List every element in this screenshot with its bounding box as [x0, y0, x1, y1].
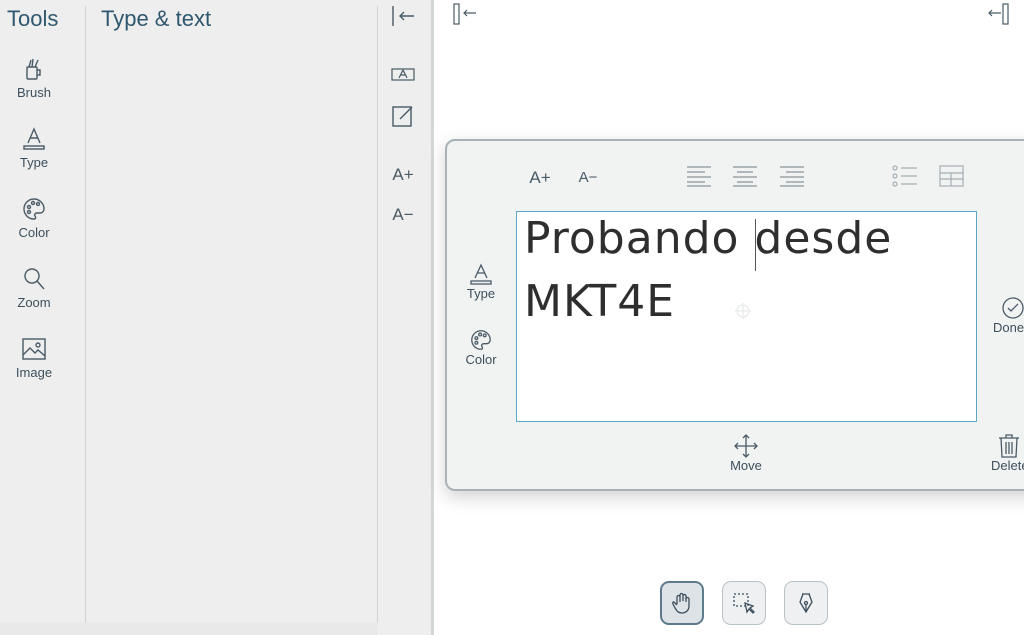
tool-image-label: Image — [15, 365, 53, 380]
hand-tool-button[interactable] — [660, 581, 704, 625]
text-line-2: MKT4E — [524, 276, 676, 327]
text-box-icon — [390, 62, 416, 86]
done-button[interactable]: Done — [993, 296, 1024, 335]
editor-increase-font-button[interactable]: A+ — [526, 166, 554, 188]
collapse-left-icon — [390, 4, 416, 28]
tool-type[interactable]: Type — [0, 126, 68, 170]
next-page-icon — [986, 3, 1016, 25]
select-tool-button[interactable] — [722, 581, 766, 625]
tools-title: Tools — [7, 6, 59, 31]
decrease-font-button[interactable]: A− — [388, 200, 418, 228]
tool-zoom-label: Zoom — [17, 295, 51, 310]
panel-footer — [0, 622, 378, 635]
align-right-icon — [779, 164, 805, 188]
edit-note-button[interactable] — [388, 102, 418, 130]
hand-icon — [671, 592, 693, 614]
text-box-tool-button[interactable] — [388, 60, 418, 88]
tool-zoom[interactable]: Zoom — [0, 266, 68, 310]
delete-label: Delete — [991, 458, 1024, 473]
panel-edge — [431, 0, 434, 635]
editor-color-button[interactable]: Color — [460, 328, 502, 367]
pen-tool-button[interactable] — [784, 581, 828, 625]
palette-icon — [469, 328, 493, 352]
table-button[interactable] — [939, 164, 965, 188]
previous-page-icon — [452, 3, 480, 25]
type-text-panel — [86, 0, 378, 622]
image-icon — [21, 336, 47, 362]
bullet-list-button[interactable] — [892, 164, 918, 188]
editor-type-button[interactable]: Type — [460, 262, 502, 301]
increase-font-label: A+ — [392, 164, 414, 184]
delete-button[interactable]: Delete — [990, 434, 1024, 473]
tool-brush[interactable]: Brush — [0, 56, 68, 100]
move-arrows-icon — [734, 434, 758, 458]
bullet-list-icon — [892, 164, 918, 188]
editor-color-label: Color — [465, 352, 497, 367]
move-button[interactable]: Move — [720, 434, 772, 473]
tool-type-label: Type — [19, 155, 49, 170]
editor-type-label: Type — [466, 286, 496, 301]
select-area-icon — [732, 592, 756, 614]
move-label: Move — [730, 458, 762, 473]
collapse-panel-button[interactable] — [388, 2, 418, 30]
trash-icon — [998, 434, 1020, 458]
previous-page-button[interactable] — [452, 3, 480, 25]
align-right-button[interactable] — [779, 164, 805, 188]
checkmark-circle-icon — [1001, 296, 1024, 320]
decrease-font-label: A− — [392, 204, 414, 224]
type-icon — [470, 262, 492, 286]
edit-note-icon — [390, 104, 416, 128]
magnifier-icon — [21, 266, 47, 292]
increase-font-button[interactable]: A+ — [388, 160, 418, 188]
align-center-icon — [732, 164, 758, 188]
pen-nib-icon — [795, 592, 817, 614]
tool-image[interactable]: Image — [0, 336, 68, 380]
type-panel-title: Type & text — [101, 6, 212, 31]
type-icon — [21, 126, 47, 152]
align-center-button[interactable] — [732, 164, 758, 188]
align-left-button[interactable] — [686, 164, 712, 188]
align-left-icon — [686, 164, 712, 188]
table-icon — [939, 164, 965, 188]
tool-color-label: Color — [18, 225, 50, 240]
text-line-1: Probando desde — [524, 213, 893, 264]
tool-color[interactable]: Color — [0, 196, 68, 240]
done-label: Done — [993, 320, 1024, 335]
text-caret — [755, 219, 756, 271]
tool-brush-label: Brush — [17, 85, 51, 100]
center-crosshair-icon — [734, 302, 752, 320]
palette-icon — [21, 196, 47, 222]
next-page-button[interactable] — [986, 3, 1016, 25]
editor-decrease-font-button[interactable]: A− — [574, 166, 602, 188]
brush-icon — [21, 56, 47, 82]
side-strip — [378, 0, 432, 635]
